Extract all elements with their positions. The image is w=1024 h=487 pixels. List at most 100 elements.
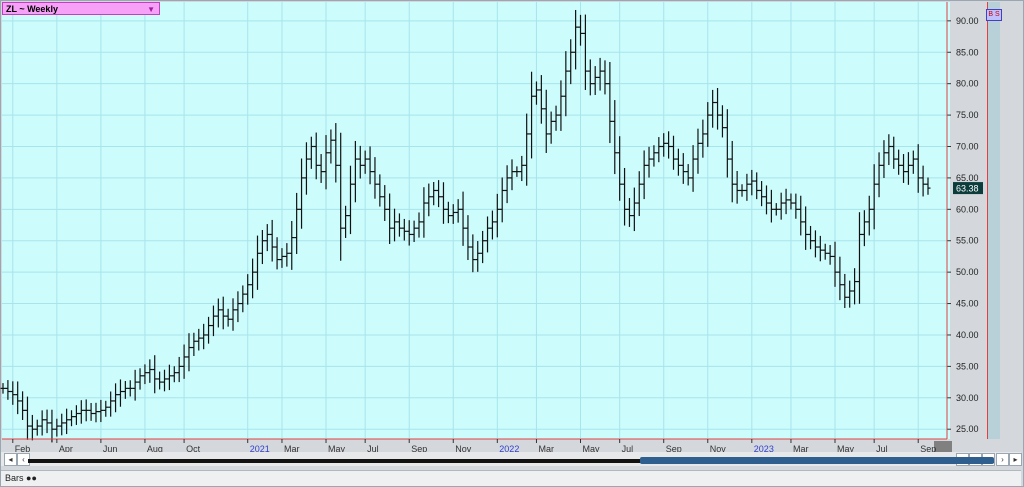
price-bar — [675, 148, 681, 176]
price-bar — [338, 132, 344, 261]
price-bar — [294, 192, 300, 254]
price-bar — [152, 355, 158, 394]
y-tick-label: 65.00 — [956, 173, 979, 183]
price-bar — [308, 136, 314, 169]
price-bar — [436, 180, 442, 208]
y-tick-label: 60.00 — [956, 204, 979, 214]
price-bar — [822, 243, 828, 260]
price-bar — [39, 410, 45, 436]
price-bar — [460, 191, 466, 246]
symbol-selector[interactable]: ZL ~ Weekly ▼ — [2, 2, 160, 15]
price-bar — [710, 89, 716, 128]
price-bar — [142, 364, 148, 385]
price-bar — [856, 212, 862, 304]
price-bar — [910, 150, 916, 174]
price-bar — [666, 131, 672, 159]
price-bar — [103, 400, 109, 417]
price-bar — [573, 9, 579, 70]
y-tick-label: 45.00 — [956, 299, 979, 309]
price-bar — [470, 234, 476, 273]
price-bar — [299, 158, 305, 229]
scrollbar-thumb[interactable] — [640, 457, 994, 464]
price-bar — [220, 296, 226, 330]
price-bar — [754, 172, 760, 200]
price-bar — [245, 274, 251, 305]
price-bar — [465, 215, 471, 261]
price-bar — [866, 195, 872, 236]
price-bar — [543, 89, 549, 153]
price-bar — [137, 368, 143, 390]
price-bar — [690, 145, 696, 192]
price-bar — [176, 356, 182, 383]
price-bar — [352, 140, 358, 203]
price-bar — [808, 225, 814, 250]
price-bar — [788, 193, 794, 210]
price-bar — [162, 369, 168, 392]
price-bar — [64, 408, 70, 435]
price-bar — [411, 220, 417, 242]
price-bar — [480, 230, 486, 264]
price-bar — [896, 149, 902, 175]
price-bar — [240, 285, 246, 313]
price-bar — [656, 137, 662, 163]
price-bar — [905, 152, 911, 185]
price-bar — [392, 208, 398, 242]
price-bar — [122, 381, 128, 399]
price-bar — [323, 135, 329, 190]
price-bar — [763, 185, 769, 215]
price-bar — [117, 379, 123, 407]
price-bar — [739, 184, 745, 197]
price-bar — [881, 140, 887, 178]
price-bar — [759, 181, 765, 207]
y-tick-label: 25.00 — [956, 424, 979, 434]
price-bar — [685, 164, 691, 186]
price-bar — [431, 181, 437, 206]
price-bar — [279, 248, 285, 268]
price-bar — [83, 399, 89, 422]
price-bar — [406, 220, 412, 246]
price-bar — [783, 188, 789, 215]
price-bar — [661, 133, 667, 157]
price-bar — [803, 206, 809, 250]
price-bar — [455, 199, 461, 223]
price-bar — [181, 344, 187, 379]
y-tick-label: 50.00 — [956, 267, 979, 277]
price-bar — [250, 258, 256, 299]
price-bar — [421, 187, 427, 238]
bars-tab-label: Bars — [5, 473, 24, 483]
bars-tab[interactable]: Bars ●● — [5, 473, 37, 484]
price-bar — [793, 193, 799, 219]
price-bar — [524, 113, 530, 186]
price-bar — [837, 256, 843, 301]
status-bar: Bars ●● — [1, 470, 1021, 486]
price-bar — [440, 182, 446, 224]
price-bar — [812, 230, 818, 258]
price-bar — [485, 216, 491, 253]
price-bar — [450, 204, 456, 224]
price-bar — [519, 155, 525, 182]
scroll-start-icon[interactable]: ◂ — [4, 453, 17, 466]
price-bar — [617, 136, 623, 201]
y-tick-label: 75.00 — [956, 110, 979, 120]
price-bar — [367, 146, 373, 185]
price-bar — [494, 193, 500, 238]
price-bar — [69, 410, 75, 427]
price-bar — [264, 224, 270, 252]
price-bar — [362, 150, 368, 174]
y-tick-label: 55.00 — [956, 236, 979, 246]
price-bar — [259, 229, 265, 265]
price-bar — [49, 409, 55, 443]
price-bar — [313, 132, 319, 180]
scroll-right-icon[interactable]: › — [996, 453, 1009, 466]
price-bar — [254, 235, 260, 290]
price-bar — [78, 400, 84, 424]
y-tick-label: 30.00 — [956, 393, 979, 403]
triangle-down-icon[interactable]: ▼ — [147, 3, 155, 16]
y-tick-label: 85.00 — [956, 47, 979, 57]
price-bar — [646, 146, 652, 178]
price-bar — [88, 403, 94, 421]
scroll-end-icon[interactable]: ▸ — [1009, 453, 1022, 466]
price-bar — [671, 135, 677, 170]
price-bar — [719, 105, 725, 138]
price-bar — [93, 402, 99, 423]
